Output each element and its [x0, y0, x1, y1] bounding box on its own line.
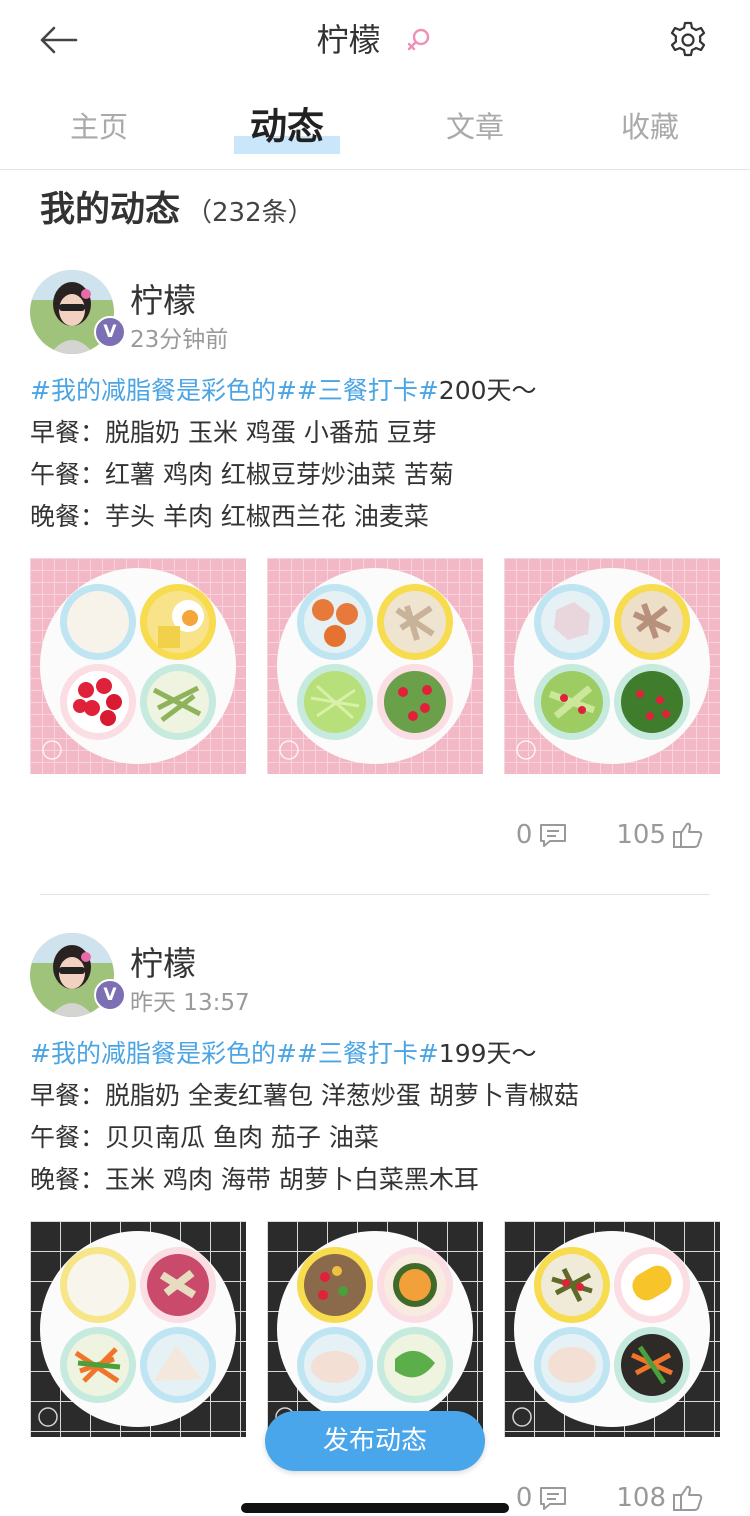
comment-count: 0 — [515, 1483, 533, 1513]
tab-label: 文章 — [445, 110, 504, 144]
post-stats: 0 108 — [516, 1478, 704, 1516]
post-username[interactable]: 柠檬 — [130, 274, 196, 322]
post-stats: 0 105 — [516, 815, 704, 855]
post-body: #我的减脂餐是彩色的##三餐打卡#200天～ 早餐：脱脂奶 玉米 鸡蛋 小番茄 … — [30, 370, 720, 538]
meal-line: 早餐：脱脂奶 全麦红薯包 洋葱炒蛋 胡萝卜青椒菇 — [30, 1081, 579, 1110]
verified-badge: V — [94, 316, 126, 348]
meal-photo[interactable] — [504, 1221, 720, 1437]
like-button[interactable]: 105 — [616, 820, 704, 850]
comment-icon — [540, 824, 567, 847]
headline-text: 200天～ — [438, 376, 537, 405]
gear-icon — [670, 21, 706, 57]
verified-badge: V — [94, 979, 126, 1011]
tab-articles[interactable]: 文章 — [420, 102, 530, 152]
female-symbol-icon — [407, 28, 429, 51]
post-divider — [40, 894, 710, 895]
meal-line: 晚餐：玉米 鸡肉 海带 胡萝卜白菜黑木耳 — [30, 1165, 479, 1194]
meal-photo[interactable] — [267, 1221, 483, 1437]
meal-line: 午餐：红薯 鸡肉 红椒豆芽炒油菜 苦菊 — [30, 460, 454, 489]
profile-tabs: 主页 动态 文章 收藏 — [0, 92, 750, 170]
tab-label: 收藏 — [620, 110, 679, 144]
meal-photo[interactable] — [267, 558, 483, 774]
tab-label: 动态 — [250, 105, 324, 148]
meal-photo[interactable] — [30, 558, 246, 774]
top-bar: 柠檬 — [0, 0, 750, 80]
tab-moments[interactable]: 动态 — [232, 102, 342, 152]
post-count: （232条） — [186, 198, 314, 228]
photo-grid — [30, 558, 720, 774]
publish-post-button[interactable]: 发布动态 — [265, 1411, 485, 1471]
meal-photo[interactable] — [30, 1221, 246, 1437]
photo-grid — [30, 1221, 720, 1437]
page-title: 柠檬 — [316, 21, 381, 59]
post-username[interactable]: 柠檬 — [130, 937, 196, 985]
meal-line: 早餐：脱脂奶 玉米 鸡蛋 小番茄 豆芽 — [30, 418, 437, 447]
tab-home[interactable]: 主页 — [44, 102, 154, 152]
thumbs-up-icon — [673, 822, 703, 848]
meal-photo[interactable] — [504, 558, 720, 774]
tab-favorites[interactable]: 收藏 — [595, 102, 705, 152]
post-headline: #我的减脂餐是彩色的##三餐打卡#200天～ — [30, 370, 720, 412]
home-indicator[interactable] — [241, 1503, 509, 1513]
settings-button[interactable] — [666, 18, 710, 62]
hashtag-link[interactable]: #我的减脂餐是彩色的##三餐打卡# — [30, 376, 439, 405]
like-button[interactable]: 108 — [616, 1483, 704, 1513]
tab-label: 主页 — [69, 110, 128, 144]
like-count: 105 — [616, 820, 666, 850]
post-card[interactable]: V 柠檬 23分钟前 #我的减脂餐是彩色的##三餐打卡#200天～ 早餐：脱脂奶… — [0, 270, 750, 890]
post-headline: #我的减脂餐是彩色的##三餐打卡#199天～ — [30, 1033, 720, 1075]
title-area: 柠檬 — [0, 18, 750, 62]
thumbs-up-icon — [673, 1485, 703, 1511]
section-header: 我的动态 （232条） — [40, 180, 314, 232]
comment-icon — [540, 1487, 567, 1510]
post-body: #我的减脂餐是彩色的##三餐打卡#199天～ 早餐：脱脂奶 全麦红薯包 洋葱炒蛋… — [30, 1033, 720, 1201]
meal-line: 午餐：贝贝南瓜 鱼肉 茄子 油菜 — [30, 1123, 379, 1152]
post-time: 23分钟前 — [130, 327, 229, 353]
hashtag-link[interactable]: #我的减脂餐是彩色的##三餐打卡# — [30, 1039, 439, 1068]
comment-button[interactable]: 0 — [516, 1483, 569, 1513]
headline-text: 199天～ — [438, 1039, 537, 1068]
comment-count: 0 — [515, 820, 533, 850]
like-count: 108 — [616, 1483, 666, 1513]
post-time: 昨天 13:57 — [130, 990, 250, 1016]
meal-line: 晚餐：芋头 羊肉 红椒西兰花 油麦菜 — [30, 502, 429, 531]
section-title: 我的动态 — [40, 190, 181, 230]
comment-button[interactable]: 0 — [516, 820, 569, 850]
